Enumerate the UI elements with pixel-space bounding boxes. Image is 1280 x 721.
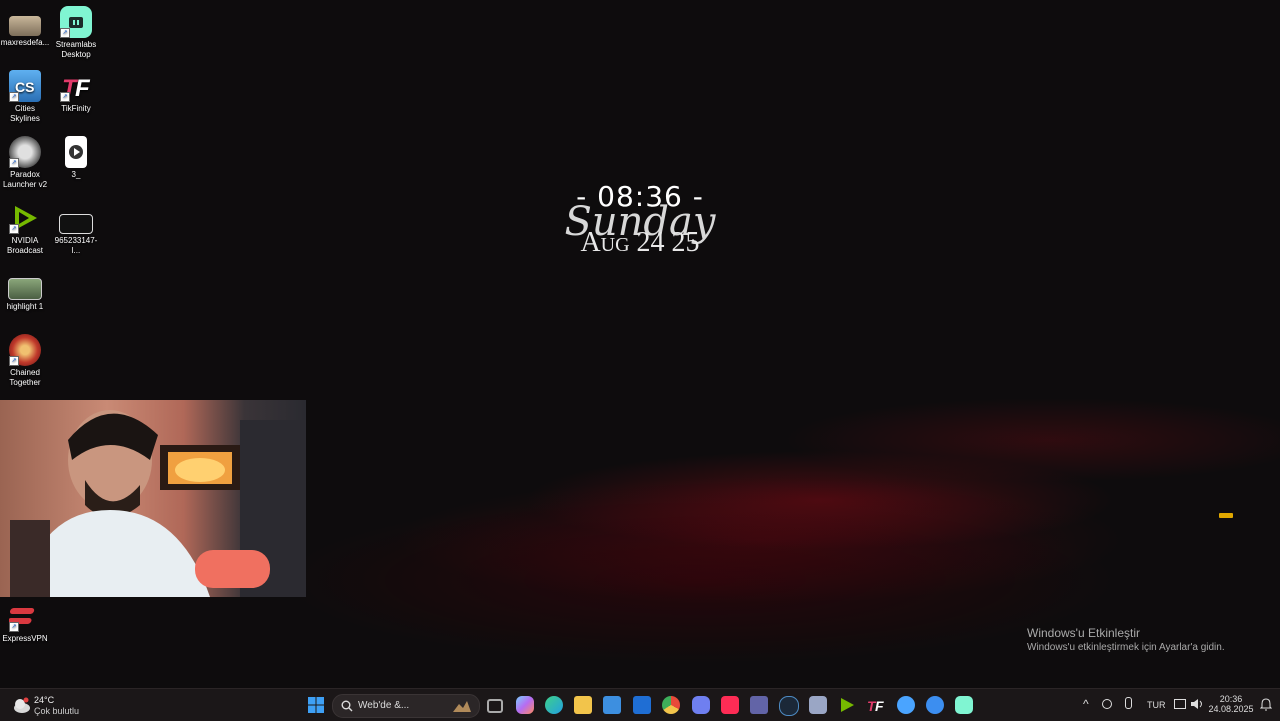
notification-bell-icon[interactable] — [1260, 698, 1272, 711]
edge-icon[interactable] — [545, 696, 563, 714]
tikfinity-taskbar-icon[interactable]: TF — [867, 696, 885, 714]
desktop-icon-label: Paradox Launcher v2 — [2, 170, 48, 189]
network-icon[interactable] — [1174, 699, 1186, 709]
desktop-icon-label: maxresdefa... — [0, 38, 50, 47]
desktop-icon-label: TikFinity — [61, 104, 91, 113]
chevron-up-icon[interactable]: ^ — [1083, 697, 1089, 711]
desktop-icon-label: Chained Together — [9, 368, 41, 387]
image-file-icon — [9, 16, 41, 36]
task-view-icon[interactable] — [487, 699, 503, 713]
svg-text:F: F — [75, 75, 91, 102]
video-thumbnail-icon — [59, 214, 93, 234]
taskbar: 24°C Çok bulutlu Web'de &... TF ^ TUR 20… — [0, 688, 1280, 721]
search-highlight-icon — [453, 701, 471, 712]
cities-skylines-icon: CS ↗ — [9, 70, 41, 102]
taskbar-clock[interactable]: 20:36 24.08.2025 — [1208, 694, 1254, 714]
activation-subtitle: Windows'u etkinleştirmek için Ayarlar'a … — [1027, 642, 1225, 653]
system-tray: ^ TUR 20:36 24.08.2025 — [1080, 689, 1280, 721]
weather-temp: 24°C — [34, 695, 55, 705]
desktop-icon-chained-together[interactable]: ↗ Chained Together — [0, 334, 50, 388]
desktop-icon-paradox-launcher[interactable]: ↗ Paradox Launcher v2 — [0, 136, 50, 190]
tiktok-icon[interactable] — [721, 696, 739, 714]
video-file-icon — [65, 136, 87, 168]
chained-together-icon: ↗ — [9, 334, 41, 366]
copilot-icon[interactable] — [516, 696, 534, 714]
clock-widget: - 08:36 - Sunday Aug 24 25 — [540, 180, 740, 259]
activation-title: Windows'u Etkinleştir — [1027, 626, 1140, 640]
paradox-lion-icon: ↗ — [9, 136, 41, 168]
desktop-icon-label: 965233147-l... — [54, 236, 98, 255]
webcam-overlay — [0, 400, 306, 597]
desktop-icon-cities-skylines[interactable]: CS ↗ Cities Skylines — [0, 70, 50, 124]
desktop-icon-label: 3_ — [71, 170, 81, 179]
desktop-icon-3[interactable]: 3_ — [51, 136, 101, 180]
desktop-icon-expressvpn[interactable]: ↗ ExpressVPN — [0, 600, 50, 644]
desktop-icon-streamlabs[interactable]: ↗ Streamlabs Desktop — [51, 6, 101, 60]
weather-desc: Çok bulutlu — [34, 706, 80, 716]
search-icon — [341, 700, 353, 712]
desktop-icon-965233147[interactable]: 965233147-l... — [51, 202, 101, 256]
streamlabs-icon: ↗ — [60, 6, 92, 38]
browser-icon[interactable] — [897, 696, 915, 714]
store-icon[interactable] — [603, 696, 621, 714]
svg-text:F: F — [875, 698, 884, 714]
microphone-icon[interactable] — [1125, 697, 1132, 709]
cloud-icon — [14, 697, 30, 713]
desktop-icon-nvidia-broadcast[interactable]: ↗ NVIDIA Broadcast — [0, 202, 50, 256]
desktop-icon-highlight-1[interactable]: highlight 1 — [0, 268, 50, 312]
video-thumbnail-icon — [8, 278, 42, 300]
steam-icon[interactable] — [779, 696, 799, 716]
weather-widget[interactable]: 24°C Çok bulutlu — [10, 693, 90, 717]
search-placeholder: Web'de &... — [358, 700, 410, 711]
taskbar-date: 24.08.2025 — [1208, 704, 1254, 714]
tikfinity-icon: TF ↗ — [60, 75, 91, 102]
taskbar-search-box[interactable]: Web'de &... — [332, 694, 480, 718]
settings-app-icon[interactable] — [809, 696, 827, 714]
discord-icon[interactable] — [692, 696, 710, 714]
status-indicator — [1219, 513, 1233, 518]
language-indicator[interactable]: TUR — [1147, 700, 1166, 710]
nvidia-app-icon[interactable] — [838, 696, 856, 714]
desktop-icon-label: Cities Skylines — [10, 104, 40, 123]
desktop-icon-label: highlight 1 — [6, 302, 44, 311]
windows-start-icon[interactable] — [307, 696, 325, 714]
desktop-icon-tikfinity[interactable]: TF ↗ TikFinity — [51, 70, 101, 114]
desktop-icon-label: Streamlabs Desktop — [55, 40, 97, 59]
sync-icon[interactable] — [1102, 699, 1112, 709]
desktop-icon-maxresdefault[interactable]: maxresdefa... — [0, 6, 50, 48]
desktop-icon-label: ExpressVPN — [2, 634, 48, 643]
windows-activation-watermark: Windows'u Etkinleştir Windows'u etkinleş… — [1027, 626, 1225, 653]
volume-icon[interactable] — [1190, 698, 1204, 710]
outlook-icon[interactable] — [633, 696, 651, 714]
expressvpn-icon: ↗ — [7, 600, 41, 632]
taskbar-time: 20:36 — [1219, 694, 1243, 704]
streamlabs-taskbar-icon[interactable] — [955, 696, 973, 714]
nvidia-broadcast-icon: ↗ — [9, 202, 41, 234]
file-explorer-icon[interactable] — [574, 696, 592, 714]
chrome-icon[interactable] — [662, 696, 680, 714]
browser-2-icon[interactable] — [926, 696, 944, 714]
desktop-icon-label: NVIDIA Broadcast — [6, 236, 44, 255]
teams-icon[interactable] — [750, 696, 768, 714]
